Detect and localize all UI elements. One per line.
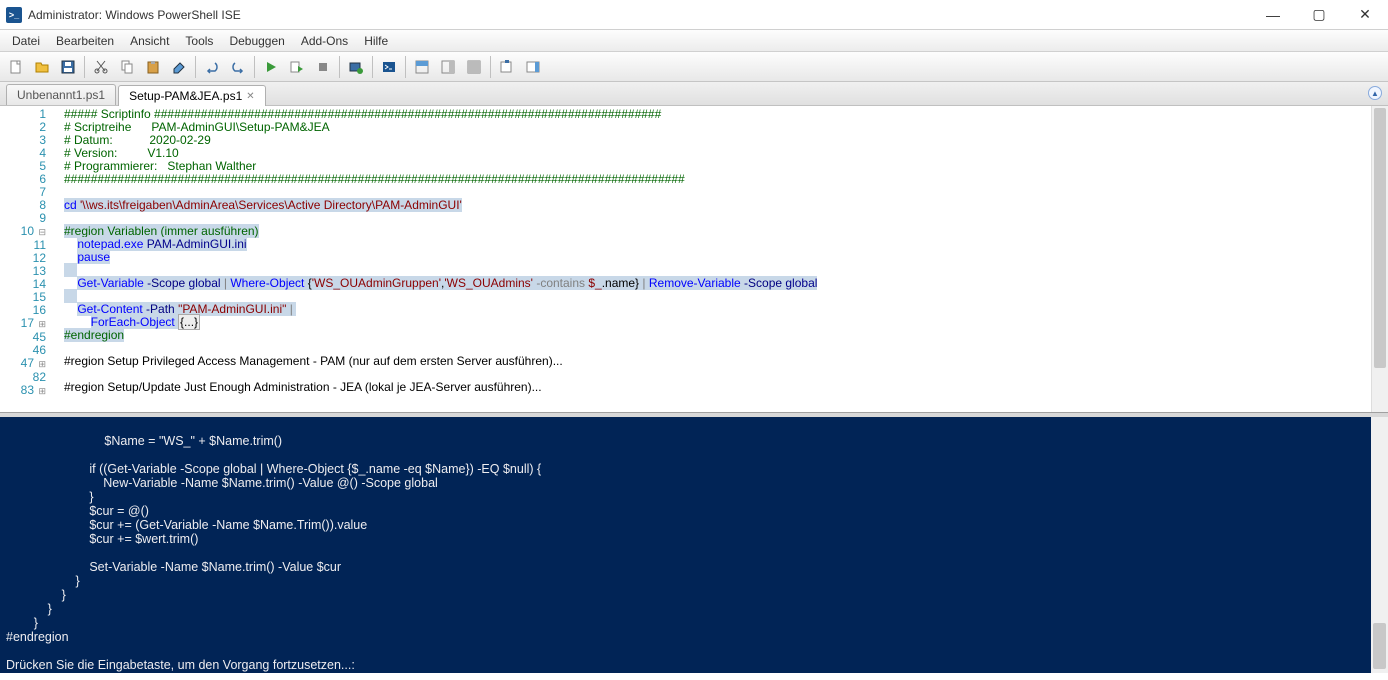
app-icon: >_	[6, 7, 22, 23]
undo-button[interactable]	[200, 55, 224, 79]
clear-button[interactable]	[167, 55, 191, 79]
open-file-button[interactable]	[30, 55, 54, 79]
fold-toggle[interactable]: ⊞	[36, 385, 46, 398]
file-tabbar: Unbenannt1.ps1 Setup-PAM&JEA.ps1✕ ▲	[0, 82, 1388, 106]
console-pane[interactable]: $Name = "WS_" + $Name.trim() if ((Get-Va…	[0, 413, 1388, 673]
close-button[interactable]: ✕	[1342, 0, 1388, 30]
menu-hilfe[interactable]: Hilfe	[356, 32, 396, 50]
tab-setup-pam-jea[interactable]: Setup-PAM&JEA.ps1✕	[118, 85, 266, 106]
menubar: Datei Bearbeiten Ansicht Tools Debuggen …	[0, 30, 1388, 52]
run-script-button[interactable]	[259, 55, 283, 79]
tab-unbenannt1[interactable]: Unbenannt1.ps1	[6, 84, 116, 105]
menu-ansicht[interactable]: Ansicht	[122, 32, 177, 50]
show-command-addon-button[interactable]	[521, 55, 545, 79]
maximize-button[interactable]: ▢	[1296, 0, 1342, 30]
console-scrollbar[interactable]	[1371, 417, 1388, 673]
menu-datei[interactable]: Datei	[4, 32, 48, 50]
script-editor[interactable]: 12345678910⊟11121314151617⊞454647⊞8283⊞ …	[0, 106, 1388, 413]
cut-button[interactable]	[89, 55, 113, 79]
stop-button[interactable]	[311, 55, 335, 79]
start-powershell-button[interactable]	[377, 55, 401, 79]
toolbar	[0, 52, 1388, 82]
editor-scrollbar[interactable]	[1371, 106, 1388, 412]
close-tab-icon[interactable]: ✕	[246, 91, 254, 102]
titlebar: >_ Administrator: Windows PowerShell ISE…	[0, 0, 1388, 30]
run-selection-button[interactable]	[285, 55, 309, 79]
new-file-button[interactable]	[4, 55, 28, 79]
menu-debuggen[interactable]: Debuggen	[221, 32, 292, 50]
show-script-pane-max-button[interactable]	[462, 55, 486, 79]
menu-bearbeiten[interactable]: Bearbeiten	[48, 32, 122, 50]
menu-addons[interactable]: Add-Ons	[293, 32, 356, 50]
copy-button[interactable]	[115, 55, 139, 79]
show-command-window-button[interactable]	[495, 55, 519, 79]
new-remote-tab-button[interactable]	[344, 55, 368, 79]
menu-tools[interactable]: Tools	[177, 32, 221, 50]
show-script-pane-top-button[interactable]	[410, 55, 434, 79]
show-script-pane-right-button[interactable]	[436, 55, 460, 79]
collapse-script-pane-button[interactable]: ▲	[1368, 86, 1382, 100]
window-title: Administrator: Windows PowerShell ISE	[28, 8, 1250, 22]
redo-button[interactable]	[226, 55, 250, 79]
paste-button[interactable]	[141, 55, 165, 79]
save-button[interactable]	[56, 55, 80, 79]
minimize-button[interactable]: —	[1250, 0, 1296, 30]
